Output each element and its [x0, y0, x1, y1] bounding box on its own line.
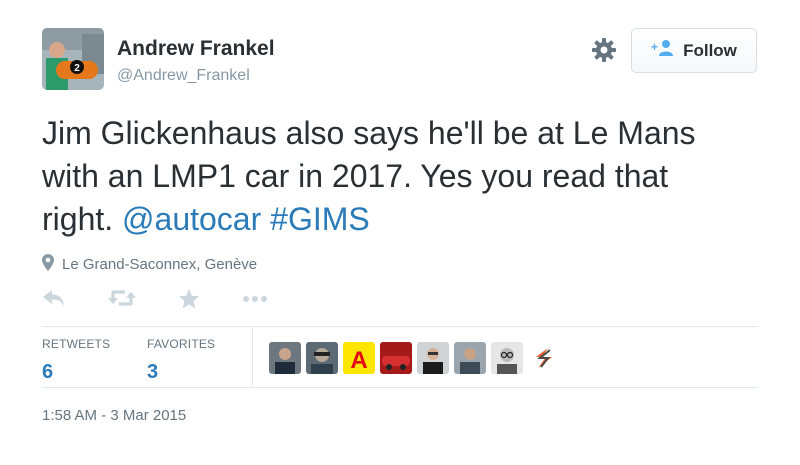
retweet-icon[interactable]: [108, 288, 136, 313]
star-icon[interactable]: [178, 288, 200, 315]
mention-link[interactable]: @autocar: [122, 201, 261, 237]
author-avatar[interactable]: 2: [42, 28, 104, 90]
reply-icon[interactable]: [42, 288, 66, 313]
user-avatar-1[interactable]: [269, 342, 301, 374]
svg-text:+: +: [651, 40, 658, 54]
user-avatar-7[interactable]: [491, 342, 523, 374]
favorites-label: FAVORITES: [147, 337, 216, 351]
stats-divider: [252, 327, 253, 387]
favorites-stat[interactable]: FAVORITES 3: [147, 337, 215, 384]
gear-icon[interactable]: [591, 37, 617, 63]
location-pin-icon: [42, 254, 54, 275]
more-icon[interactable]: [242, 288, 268, 313]
location-text: Le Grand-Saconnex, Genève: [62, 256, 258, 273]
hashtag-link[interactable]: #GIMS: [270, 201, 370, 237]
tweet-text: Jim Glickenhaus also says he'll be at Le…: [42, 112, 742, 241]
favoriters-list: A: [269, 342, 560, 374]
retweets-count: 6: [42, 361, 54, 383]
user-avatar-4[interactable]: [380, 342, 412, 374]
user-avatar-5[interactable]: [417, 342, 449, 374]
favoriter-letter: A: [350, 347, 367, 374]
profile-photo-icon: 2: [42, 28, 104, 90]
author-handle[interactable]: @Andrew_Frankel: [117, 67, 250, 85]
user-avatar-3[interactable]: A: [343, 342, 375, 374]
tweet-location[interactable]: Le Grand-Saconnex, Genève: [42, 254, 257, 275]
user-avatar-6[interactable]: [454, 342, 486, 374]
author-name[interactable]: Andrew Frankel: [117, 37, 275, 61]
user-avatar-8[interactable]: [528, 342, 560, 374]
retweets-label: RETWEETS: [42, 337, 111, 351]
user-avatar-2[interactable]: [306, 342, 338, 374]
retweets-stat[interactable]: RETWEETS 6: [42, 337, 110, 384]
svg-text:2: 2: [74, 63, 80, 74]
add-user-icon: +: [651, 39, 675, 62]
follow-button[interactable]: + Follow: [631, 28, 757, 73]
tweet-timestamp[interactable]: 1:58 AM - 3 Mar 2015: [42, 407, 186, 424]
tweet-stats: RETWEETS 6 FAVORITES 3 A: [42, 326, 758, 388]
follow-label: Follow: [683, 40, 737, 60]
favorites-count: 3: [147, 361, 159, 383]
